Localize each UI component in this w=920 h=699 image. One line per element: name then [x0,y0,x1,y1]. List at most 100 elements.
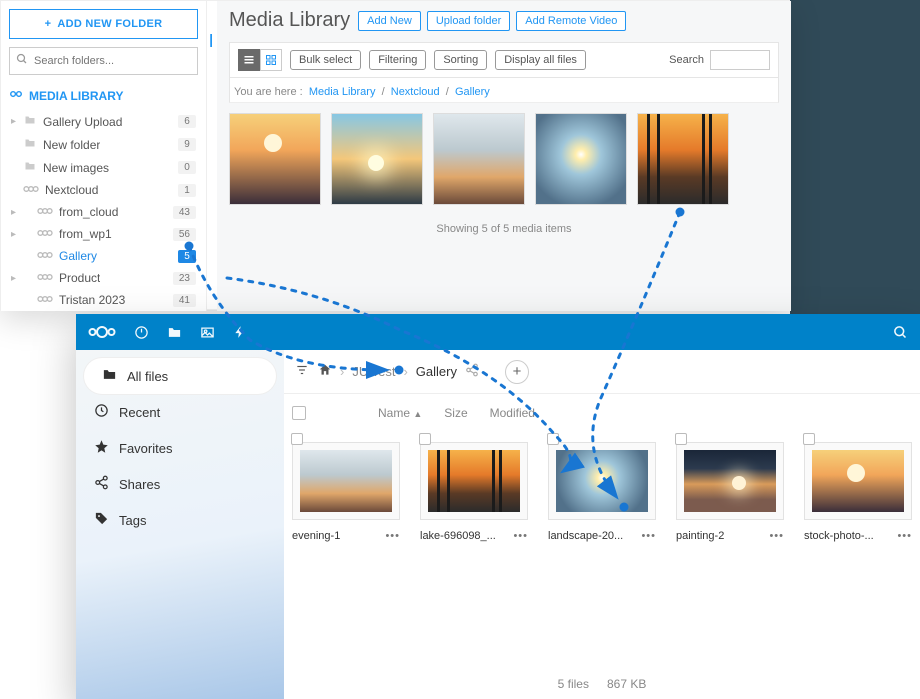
col-modified[interactable]: Modified [490,406,535,420]
filter-icon[interactable] [294,363,310,380]
dashboard-icon[interactable] [134,325,149,340]
display-all-files-button[interactable]: Display all files [495,50,586,70]
page-title: Media Library [229,9,350,32]
caret-icon: ▸ [11,116,16,127]
file-checkbox[interactable] [419,433,431,445]
folder-tree-item[interactable]: New folder9 [9,133,198,156]
folder-tree-item[interactable]: Tristan 202341 [9,289,198,311]
folder-count: 6 [178,115,196,128]
search-icon[interactable] [893,325,908,340]
media-thumbnail[interactable] [535,113,627,205]
folder-label: Nextcloud [45,183,98,197]
search-icon [16,52,28,70]
more-icon[interactable]: ••• [513,530,528,542]
view-grid-button[interactable] [260,49,282,71]
folder-label: Product [59,271,100,285]
file-thumbnail[interactable] [292,442,400,520]
upload-folder-button[interactable]: Upload folder [427,11,510,31]
chain-icon [37,271,53,285]
sidebar-item-shares[interactable]: Shares [76,466,284,502]
folder-tree-item[interactable]: New images0 [9,156,198,179]
sidebar-item-all-files[interactable]: All files [84,358,276,394]
add-new-button[interactable]: Add New [358,11,421,31]
files-icon[interactable] [167,325,182,340]
more-icon[interactable]: ••• [897,530,912,542]
chain-icon [23,183,39,197]
sidebar-item-tags[interactable]: Tags [76,502,284,538]
clock-icon [94,403,109,421]
col-size[interactable]: Size [444,406,467,420]
footer-total-size: 867 KB [607,677,646,691]
more-icon[interactable]: ••• [385,530,400,542]
media-thumbnail[interactable] [229,113,321,205]
nextcloud-logo-icon[interactable] [88,325,116,339]
caret-icon: ▸ [11,273,16,284]
folder-search[interactable] [9,47,198,75]
file-thumbnail[interactable] [804,442,912,520]
folder-tree-item[interactable]: ▸from_wp156 [9,223,198,245]
view-list-button[interactable] [238,49,260,71]
col-name[interactable]: Name ▲ [378,406,422,420]
folder-label: New images [43,161,109,175]
select-all-checkbox[interactable] [292,406,306,420]
folder-label: Gallery Upload [43,115,122,129]
filtering-button[interactable]: Filtering [369,50,426,70]
folder-tree-item[interactable]: ▸ Product 23 [9,267,198,289]
breadcrumb-item[interactable]: Gallery [416,364,457,379]
nextcloud-main: › JU Test › Gallery + Name ▲ Size Modifi… [284,350,920,699]
file-checkbox[interactable] [675,433,687,445]
file-list-header: Name ▲ Size Modified [284,394,920,424]
drag-handle-icon[interactable]: || [209,31,210,47]
media-thumbnails [229,113,779,205]
file-thumbnail[interactable] [420,442,528,520]
media-thumbnail[interactable] [637,113,729,205]
nextcloud-panel: All filesRecentFavoritesShares Tags › JU … [76,314,920,699]
activity-icon[interactable] [233,325,247,339]
file-thumbnail[interactable] [676,442,784,520]
breadcrumb-link[interactable]: Nextcloud [391,86,440,98]
breadcrumb-link[interactable]: Media Library [309,86,376,98]
caret-icon: ▸ [11,207,16,218]
media-thumbnail[interactable] [433,113,525,205]
sidebar-item-favorites[interactable]: Favorites [76,430,284,466]
sidebar-item-recent[interactable]: Recent [76,394,284,430]
sidebar-item-label: Tags [119,513,146,528]
chain-icon [37,249,53,263]
file-item: landscape-20...••• [548,442,656,542]
star-icon [94,439,109,457]
photos-icon[interactable] [200,325,215,340]
bulk-select-button[interactable]: Bulk select [290,50,361,70]
sorting-button[interactable]: Sorting [434,50,487,70]
add-button[interactable]: + [505,360,529,384]
add-new-folder-button[interactable]: + ADD NEW FOLDER [9,9,198,39]
more-icon[interactable]: ••• [641,530,656,542]
home-icon[interactable] [318,363,332,380]
folder-label: Tristan 2023 [59,293,125,307]
folder-tree-item[interactable]: ▸from_cloud43 [9,201,198,223]
share-icon[interactable] [465,363,479,380]
folder-count: 1 [178,184,196,197]
file-checkbox[interactable] [291,433,303,445]
breadcrumb-link[interactable]: Gallery [455,86,490,98]
media-search-input[interactable] [710,50,770,70]
more-icon[interactable]: ••• [769,530,784,542]
add-remote-video-button[interactable]: Add Remote Video [516,11,626,31]
chain-icon [37,205,53,219]
file-item: stock-photo-...••• [804,442,912,542]
file-grid: evening-1•••lake-696098_...•••landscape-… [284,424,920,542]
media-thumbnail[interactable] [331,113,423,205]
folder-tree-item[interactable]: Gallery5 [9,245,198,267]
breadcrumb-item[interactable]: JU Test [352,364,395,379]
file-thumbnail[interactable] [548,442,656,520]
file-checkbox[interactable] [547,433,559,445]
view-switcher [238,49,282,71]
folder-search-input[interactable] [34,55,191,67]
folder-tree-item[interactable]: Nextcloud 1 [9,179,198,201]
file-name: lake-696098_... [420,530,496,542]
folder-tree-item[interactable]: ▸ Gallery Upload 6 [9,110,198,133]
folder-count: 23 [173,272,196,285]
chain-icon [37,227,53,241]
file-checkbox[interactable] [803,433,815,445]
media-library-root[interactable]: MEDIA LIBRARY [9,87,198,104]
sort-asc-icon: ▲ [413,409,422,419]
